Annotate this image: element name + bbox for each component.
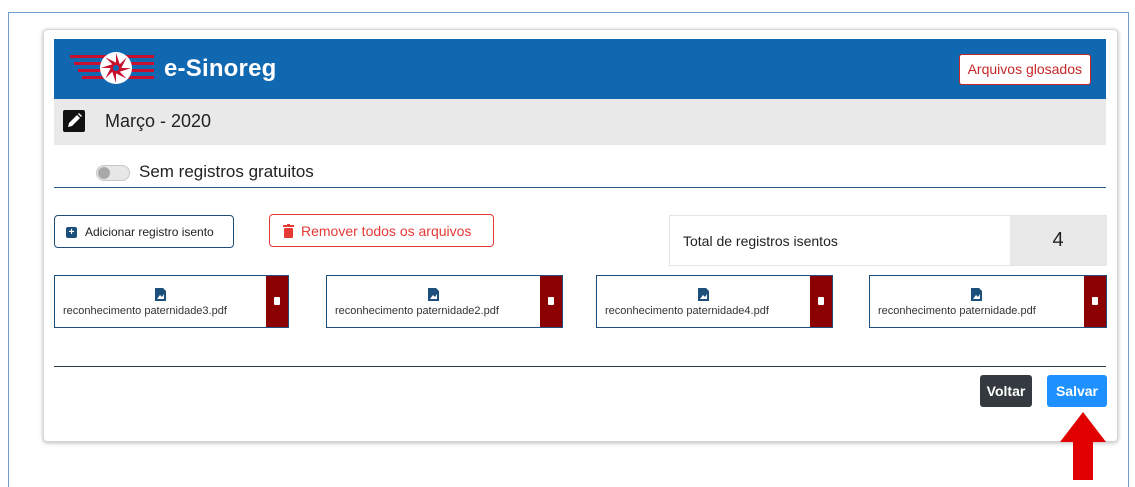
trash-icon	[274, 297, 280, 305]
delete-file-button[interactable]	[1084, 276, 1106, 327]
file-card-body: reconhecimento paternidade4.pdf	[597, 276, 810, 327]
app-brand-title: e-Sinoreg	[164, 55, 277, 82]
edit-icon[interactable]	[63, 110, 85, 132]
add-registro-label: Adicionar registro isento	[85, 225, 214, 239]
trash-icon	[283, 224, 294, 238]
trash-icon	[548, 297, 554, 305]
voltar-button[interactable]: Voltar	[980, 375, 1032, 407]
plus-icon: +	[66, 227, 77, 238]
footer-divider	[54, 366, 1106, 367]
file-name: reconhecimento paternidade3.pdf	[63, 305, 227, 317]
total-registros-panel: Total de registros isentos 4	[669, 215, 1107, 266]
app-header: e-Sinoreg Arquivos glosados	[54, 39, 1106, 99]
main-card: e-Sinoreg Arquivos glosados Março - 2020…	[43, 29, 1118, 442]
file-card[interactable]: reconhecimento paternidade2.pdf	[326, 275, 563, 328]
file-card-body: reconhecimento paternidade3.pdf	[55, 276, 266, 327]
arquivos-glosados-button[interactable]: Arquivos glosados	[958, 54, 1091, 85]
file-name: reconhecimento paternidade2.pdf	[335, 305, 499, 317]
file-name: reconhecimento paternidade.pdf	[878, 305, 1036, 317]
file-card[interactable]: reconhecimento paternidade3.pdf	[54, 275, 289, 328]
salvar-button[interactable]: Salvar	[1047, 375, 1107, 407]
total-registros-label: Total de registros isentos	[683, 233, 838, 249]
red-arrow-up-icon	[1060, 412, 1106, 480]
month-bar: Março - 2020	[54, 99, 1106, 145]
add-registro-button[interactable]: + Adicionar registro isento	[54, 215, 234, 248]
delete-file-button[interactable]	[810, 276, 832, 327]
sem-registros-toggle[interactable]	[96, 165, 130, 181]
toggle-label: Sem registros gratuitos	[139, 162, 314, 181]
remove-all-files-label: Remover todos os arquivos	[301, 223, 472, 239]
total-registros-value: 4	[1010, 216, 1106, 265]
delete-file-button[interactable]	[266, 276, 288, 327]
section-divider	[54, 187, 1106, 188]
toggle-knob	[98, 167, 110, 179]
month-title: Março - 2020	[105, 111, 212, 131]
sinoreg-logo-icon	[70, 52, 154, 84]
file-card-body: reconhecimento paternidade2.pdf	[327, 276, 540, 327]
file-card[interactable]: reconhecimento paternidade4.pdf	[596, 275, 833, 328]
trash-icon	[1092, 297, 1098, 305]
trash-icon	[818, 297, 824, 305]
file-name: reconhecimento paternidade4.pdf	[605, 305, 769, 317]
file-image-icon	[427, 288, 439, 301]
remove-all-files-button[interactable]: Remover todos os arquivos	[269, 214, 494, 247]
file-image-icon	[971, 288, 982, 301]
file-card-body: reconhecimento paternidade.pdf	[870, 276, 1084, 327]
file-image-icon	[154, 288, 166, 301]
file-image-icon	[697, 288, 709, 301]
delete-file-button[interactable]	[540, 276, 562, 327]
file-card[interactable]: reconhecimento paternidade.pdf	[869, 275, 1107, 328]
